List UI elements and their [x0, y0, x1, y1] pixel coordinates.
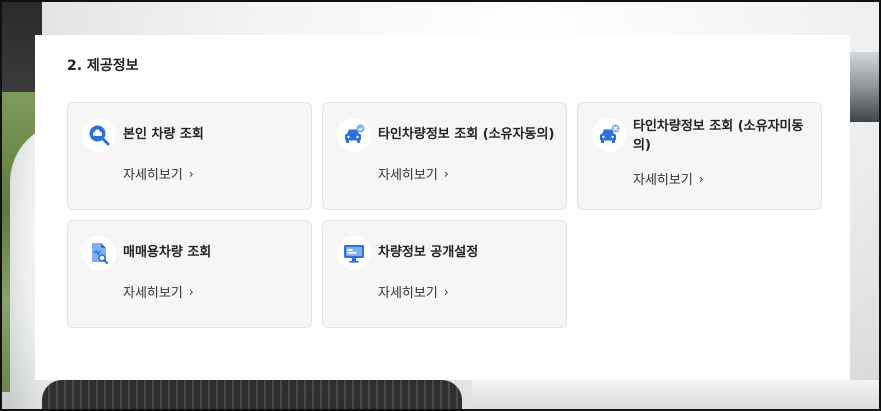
more-link-label: 자세히보기 — [378, 168, 438, 183]
car-question-icon — [592, 118, 626, 152]
card-title: 본인 차량 조회 — [123, 127, 204, 142]
card-title: 타인차량정보 조회 (소유자동의) — [378, 127, 555, 142]
card-title: 차량정보 공개설정 — [378, 245, 479, 260]
card-title: 타인차량정보 조회 (소유자미동의) — [633, 119, 804, 153]
search-car-icon — [82, 118, 116, 152]
monitor-settings-icon — [337, 236, 371, 270]
chevron-right-icon: › — [188, 166, 194, 181]
background-photo: 2. 제공정보 본인 차량 조회 자세히보기 › 타인차량정보 조회 (소유자동… — [0, 0, 881, 411]
chevron-right-icon: › — [443, 166, 449, 181]
card-title: 매매용차량 조회 — [123, 245, 212, 260]
chevron-right-icon: › — [188, 284, 194, 299]
card-vehicle-disclosure-settings[interactable]: 차량정보 공개설정 자세히보기 › — [322, 220, 567, 328]
background-grille — [42, 380, 462, 409]
info-panel: 2. 제공정보 본인 차량 조회 자세히보기 › 타인차량정보 조회 (소유자동… — [35, 35, 850, 380]
more-link-label: 자세히보기 — [123, 286, 183, 301]
card-own-vehicle[interactable]: 본인 차량 조회 자세히보기 › — [67, 102, 312, 210]
more-link[interactable]: 자세히보기 › — [378, 164, 449, 184]
more-link[interactable]: 자세히보기 › — [378, 282, 449, 302]
card-other-vehicle-consent[interactable]: 타인차량정보 조회 (소유자동의) 자세히보기 › — [322, 102, 567, 210]
more-link-label: 자세히보기 — [633, 173, 693, 188]
chevron-right-icon: › — [698, 171, 704, 186]
car-check-icon — [337, 118, 371, 152]
section-title: 2. 제공정보 — [67, 58, 139, 74]
chevron-right-icon: › — [443, 284, 449, 299]
more-link[interactable]: 자세히보기 › — [123, 164, 194, 184]
card-other-vehicle-no-consent[interactable]: 타인차량정보 조회 (소유자미동의) 자세히보기 › — [577, 102, 822, 210]
more-link-label: 자세히보기 — [378, 286, 438, 301]
more-link[interactable]: 자세히보기 › — [123, 282, 194, 302]
document-search-icon — [82, 236, 116, 270]
more-link[interactable]: 자세히보기 › — [633, 169, 704, 189]
background-bumper — [472, 380, 879, 409]
card-sale-vehicle[interactable]: 매매용차량 조회 자세히보기 › — [67, 220, 312, 328]
more-link-label: 자세히보기 — [123, 168, 183, 183]
